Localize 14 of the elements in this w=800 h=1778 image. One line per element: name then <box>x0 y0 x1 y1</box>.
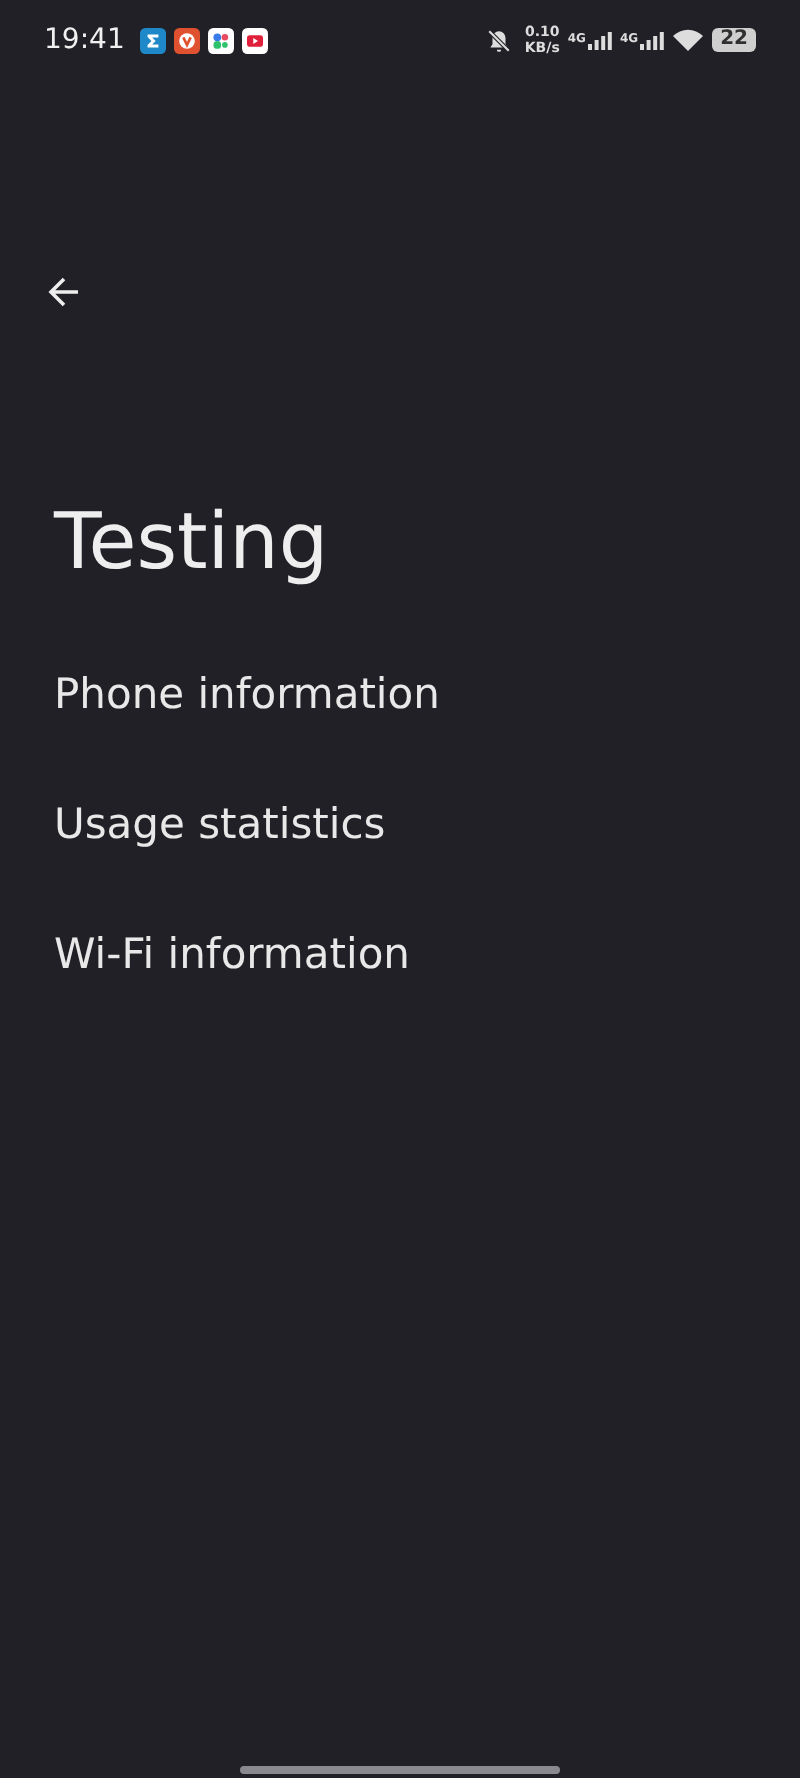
wifi-icon <box>672 28 705 52</box>
menu-item[interactable]: Wi-Fi information <box>0 924 800 1054</box>
page-title: Testing <box>54 496 329 592</box>
menu-item[interactable]: Usage statistics <box>0 794 800 924</box>
battery-level: 22 <box>712 28 756 52</box>
app-icon <box>140 27 167 53</box>
app-icon <box>208 27 235 53</box>
app-icon <box>242 27 269 53</box>
app-icon <box>174 27 201 53</box>
signal-icon <box>587 31 612 49</box>
bell-muted-icon <box>486 27 513 53</box>
menu-item[interactable]: Phone information <box>0 664 800 794</box>
signal-icon <box>640 31 665 49</box>
status-time: 19:41 <box>44 24 125 56</box>
